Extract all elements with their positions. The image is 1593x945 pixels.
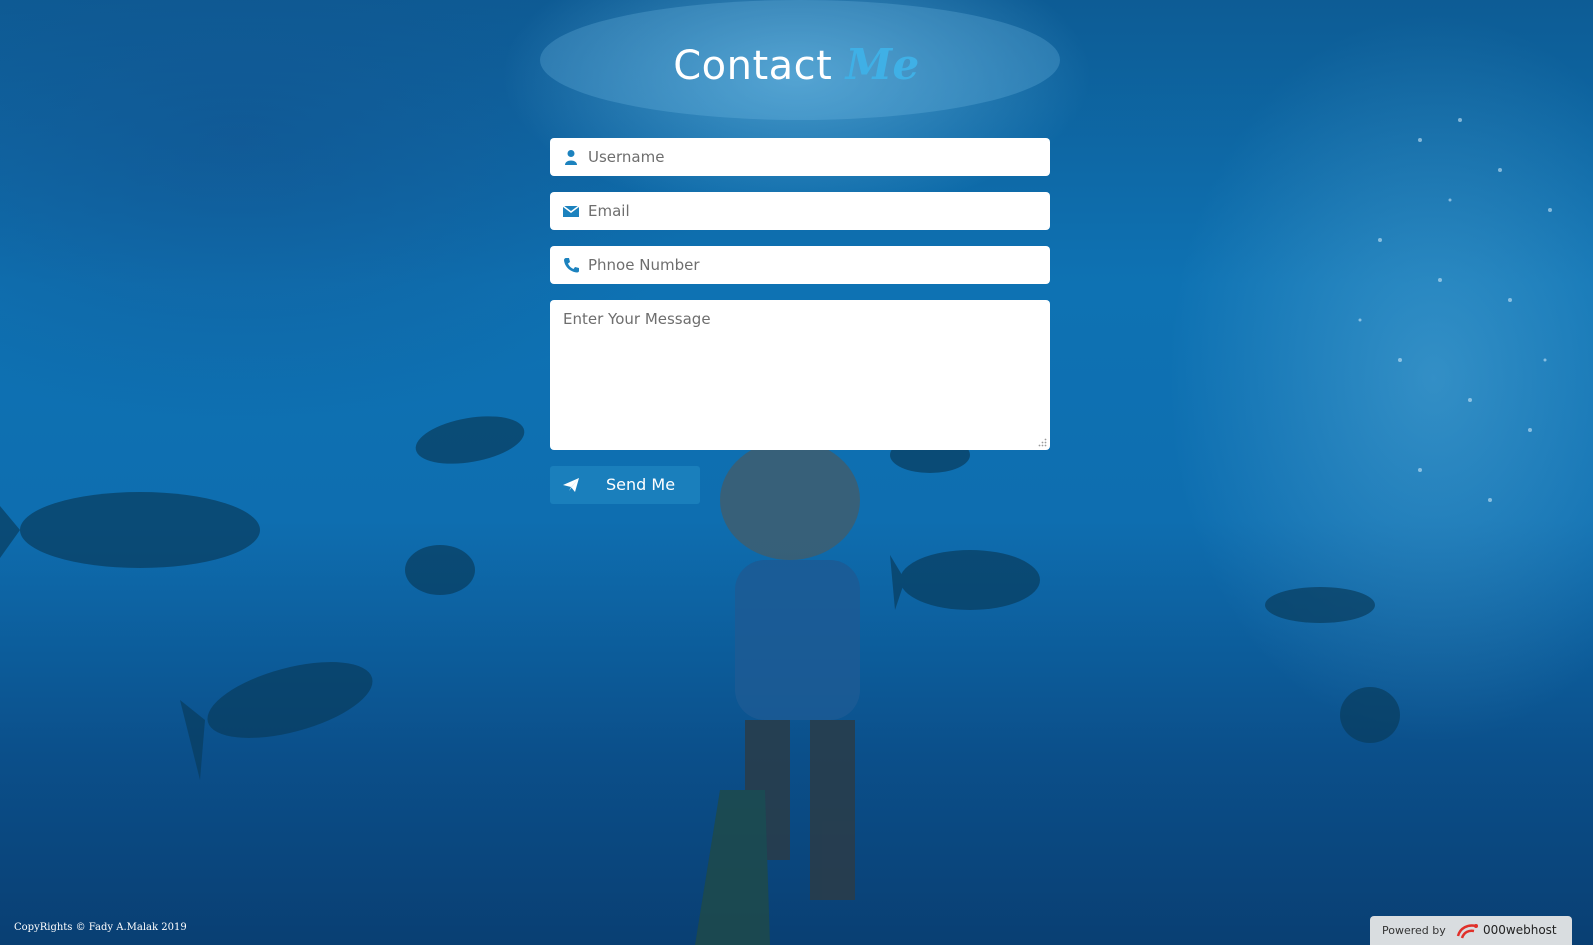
title-accent: Me xyxy=(845,40,920,89)
user-icon xyxy=(562,149,580,165)
copyright-text: CopyRights © Fady A.Malak 2019 xyxy=(14,922,187,933)
message-textarea[interactable] xyxy=(550,300,1050,450)
title-main: Contact xyxy=(673,43,833,89)
powered-by-label: Powered by xyxy=(1382,924,1446,937)
phone-icon xyxy=(562,257,580,273)
webhost-logo-icon xyxy=(1456,922,1480,940)
envelope-icon xyxy=(562,203,580,219)
username-input[interactable] xyxy=(588,138,1038,176)
powered-by-badge[interactable]: Powered by 000webhost xyxy=(1370,916,1572,945)
webhost-brand: 000webhost xyxy=(1483,923,1557,937)
username-field xyxy=(550,138,1050,176)
phone-input[interactable] xyxy=(588,246,1038,284)
email-input[interactable] xyxy=(588,192,1038,230)
page-title: Contact Me xyxy=(0,40,1593,89)
phone-field xyxy=(550,246,1050,284)
send-button-label: Send Me xyxy=(606,475,676,494)
email-field xyxy=(550,192,1050,230)
paper-plane-icon xyxy=(562,477,580,493)
message-field xyxy=(550,300,1050,450)
resize-grip-icon[interactable] xyxy=(1038,438,1047,447)
send-button[interactable]: Send Me xyxy=(550,466,700,504)
contact-form: Send Me xyxy=(550,138,1050,504)
